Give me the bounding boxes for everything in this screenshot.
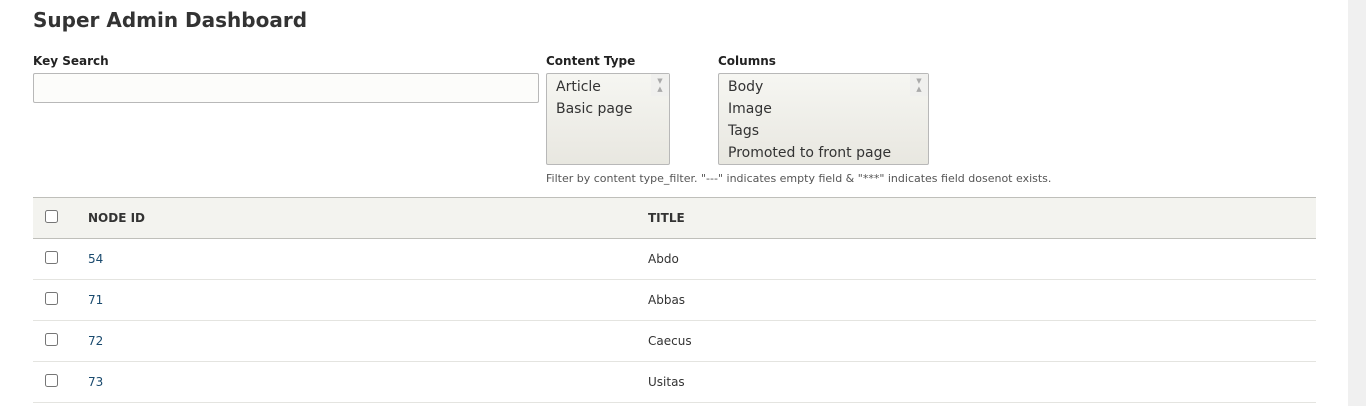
scrollbar[interactable]: ▲ ▼ (910, 74, 928, 96)
table-row: 71 Abbas (33, 279, 1316, 321)
columns-option[interactable]: Tags (728, 120, 928, 142)
page-scrollbar[interactable] (1348, 0, 1366, 406)
table-row: 73 Usitas (33, 361, 1316, 403)
node-id[interactable]: 73 (88, 361, 648, 403)
table-header-row: NODE ID TITLE (33, 197, 1316, 239)
columns-option[interactable]: Image (728, 98, 928, 120)
row-checkbox[interactable] (45, 251, 58, 264)
node-title: Abbas (648, 279, 1316, 321)
columns-select[interactable]: Body Image Tags Promoted to front page ▲… (718, 73, 929, 165)
node-title: Abdo (648, 238, 1316, 280)
page-title: Super Admin Dashboard (33, 8, 308, 32)
row-checkbox[interactable] (45, 374, 58, 387)
content-type-select[interactable]: Article Basic page ▲ ▼ (546, 73, 670, 165)
node-id[interactable]: 71 (88, 279, 648, 321)
columns-option[interactable]: Body (728, 76, 928, 98)
header-title[interactable]: TITLE (648, 197, 1316, 239)
header-node-id[interactable]: NODE ID (88, 197, 648, 239)
key-search-label: Key Search (33, 54, 109, 68)
content-type-option[interactable]: Basic page (556, 98, 669, 120)
nodes-table: NODE ID TITLE 54 Abdo 71 Abbas 72 Caecus… (33, 197, 1316, 403)
node-id[interactable]: 54 (88, 238, 648, 280)
select-all-checkbox[interactable] (45, 210, 58, 223)
columns-label: Columns (718, 54, 776, 68)
node-id[interactable]: 72 (88, 320, 648, 362)
columns-option[interactable]: Promoted to front page (728, 142, 928, 164)
node-title: Caecus (648, 320, 1316, 362)
row-checkbox[interactable] (45, 292, 58, 305)
table-row: 54 Abdo (33, 238, 1316, 280)
key-search-input[interactable] (33, 73, 539, 103)
content-type-label: Content Type (546, 54, 636, 68)
table-row: 72 Caecus (33, 320, 1316, 362)
node-title: Usitas (648, 361, 1316, 403)
row-checkbox[interactable] (45, 333, 58, 346)
scroll-down-icon[interactable]: ▼ (651, 70, 669, 92)
scrollbar[interactable]: ▲ ▼ (651, 74, 669, 96)
scroll-down-icon[interactable]: ▼ (910, 70, 928, 92)
filter-description: Filter by content type_filter. "---" ind… (546, 172, 1052, 185)
